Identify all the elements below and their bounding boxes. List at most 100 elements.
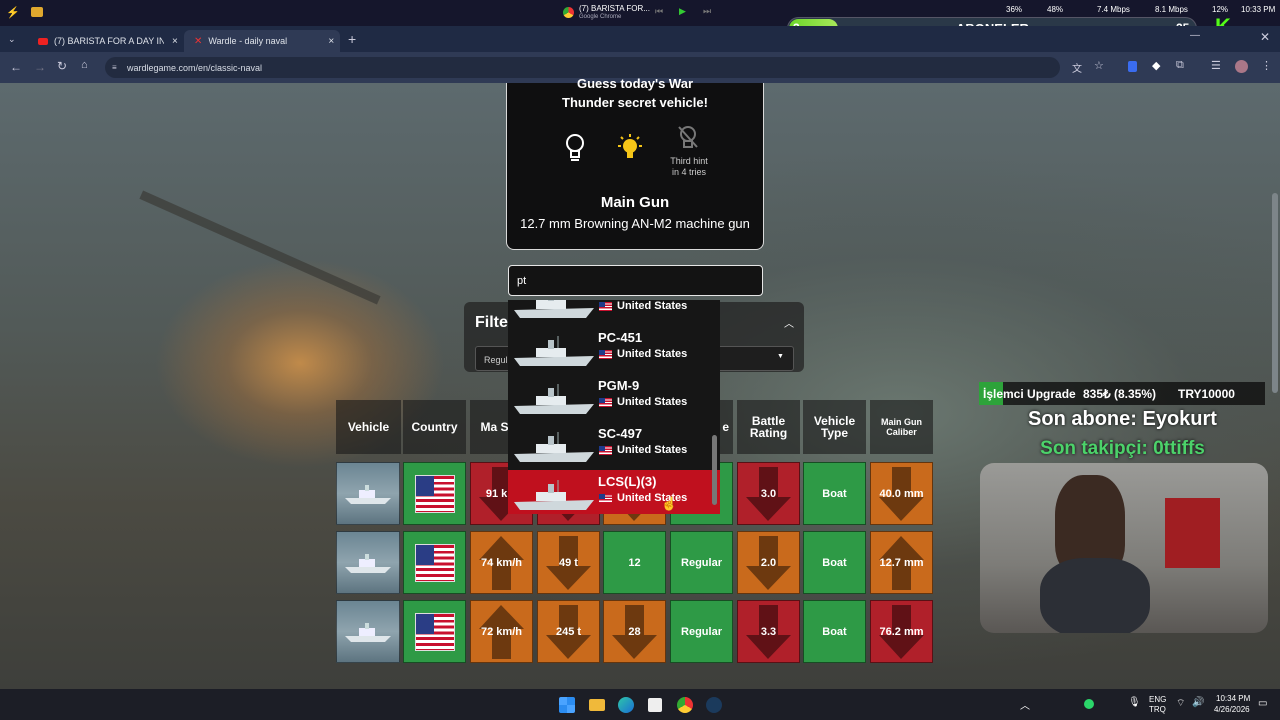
tab-wardle[interactable]: ✕ Wardle - daily naval × xyxy=(184,30,340,52)
send-stat: 8.1 Mbps xyxy=(1155,5,1188,14)
scrollbar[interactable] xyxy=(1272,193,1278,393)
lang-secondary[interactable]: TRQ xyxy=(1149,705,1166,714)
prev-track-icon[interactable]: ⏮ xyxy=(655,6,663,17)
attribute-cell-br: 3.3 xyxy=(737,600,800,663)
tab-list-chevron-icon[interactable]: ⌄ xyxy=(8,34,16,45)
dropdown-item[interactable]: United States xyxy=(508,300,720,326)
extensions-puzzle-icon[interactable]: ⧉ xyxy=(1176,59,1184,72)
folder-icon[interactable] xyxy=(31,7,43,17)
us-flag-icon xyxy=(599,302,612,311)
filter-collapse-icon[interactable]: ︿ xyxy=(784,315,794,330)
memory-stat: 48% xyxy=(1047,5,1064,14)
steam-icon[interactable] xyxy=(706,697,722,713)
profile-avatar[interactable] xyxy=(1235,60,1248,73)
cell-value: 28 xyxy=(628,625,641,638)
select-arrow-icon: ▼ xyxy=(777,353,784,360)
taskbar-time[interactable]: 10:34 PM xyxy=(1216,694,1250,703)
cell-value: 245 t xyxy=(555,625,582,638)
dropdown-item-name: SC-497 xyxy=(598,426,643,441)
taskbar-date[interactable]: 4/26/2026 xyxy=(1214,705,1250,714)
hint-bulb-outline-icon[interactable] xyxy=(565,133,585,163)
us-flag-icon xyxy=(599,494,612,503)
tray-green-icon[interactable] xyxy=(1084,699,1094,709)
home-icon[interactable]: ⌂ xyxy=(81,59,88,71)
start-icon[interactable] xyxy=(559,697,575,713)
attribute-cell-caliber: 40.0 mm xyxy=(870,462,933,525)
dropdown-item-country: United States xyxy=(617,396,688,408)
hint-title-line1: Guess today's War xyxy=(576,76,694,91)
ship-thumbnail xyxy=(514,432,594,464)
file-explorer-icon[interactable] xyxy=(589,699,605,711)
media-subtitle: Google Chrome xyxy=(579,14,622,20)
site-info-icon[interactable]: ≡ xyxy=(112,63,117,72)
back-icon[interactable]: ← xyxy=(10,60,22,74)
attribute-cell-type: Boat xyxy=(803,531,866,594)
close-window-icon[interactable]: ✕ xyxy=(1260,30,1270,44)
attribute-cell-weight: 49 t xyxy=(537,531,600,594)
store-icon[interactable] xyxy=(648,698,662,712)
dropdown-scrollbar-thumb[interactable] xyxy=(712,435,717,505)
cell-value: 72 km/h xyxy=(481,625,522,638)
dropdown-item[interactable]: PC-451 United States xyxy=(508,326,720,374)
cell-value: 3.0 xyxy=(760,487,777,500)
vehicle-thumbnail xyxy=(336,462,400,525)
mic-icon[interactable]: 🎙 xyxy=(1128,697,1141,708)
us-flag-icon xyxy=(414,543,455,582)
volume-icon[interactable]: 🔊 xyxy=(1192,697,1204,708)
reload-icon[interactable]: ↻ xyxy=(57,59,67,73)
dropdown-item-country: United States xyxy=(617,444,688,456)
dropdown-item[interactable]: PGM-9 United States xyxy=(508,374,720,422)
turkish-flag xyxy=(1165,498,1220,568)
extension-diamond-icon[interactable]: ◆ xyxy=(1152,59,1160,72)
forward-icon[interactable]: → xyxy=(34,60,46,74)
attribute-cell-br: 2.0 xyxy=(737,531,800,594)
edge-icon[interactable] xyxy=(618,697,634,713)
chrome-icon xyxy=(563,7,574,18)
vehicle-search-input[interactable]: pt xyxy=(508,265,763,296)
bookmark-star-icon[interactable]: ☆ xyxy=(1094,59,1104,72)
attribute-cell-speed: 72 km/h xyxy=(470,600,533,663)
tab-youtube[interactable]: (7) BARISTA FOR A DAY IN JAPA × xyxy=(28,30,183,52)
vehicle-dropdown[interactable]: United States PC-451 United States PGM-9 Uni… xyxy=(508,300,720,514)
dropdown-item[interactable]: LCS(L)(3) United States xyxy=(508,470,720,514)
vehicle-thumbnail xyxy=(336,531,400,594)
new-tab-icon[interactable]: + xyxy=(348,31,356,47)
hint-bulb-lit-icon[interactable] xyxy=(615,133,645,163)
app-icon[interactable]: ⚡ xyxy=(6,6,20,19)
attribute-cell-type: Boat xyxy=(803,600,866,663)
address-bar[interactable]: ≡ wardlegame.com/en/classic-naval xyxy=(105,57,1060,78)
attribute-cell-caliber: 12.7 mm xyxy=(870,531,933,594)
hint3-text-line2: in 4 tries xyxy=(671,167,706,177)
streamer-body xyxy=(1040,558,1150,633)
minimize-icon[interactable]: — xyxy=(1190,30,1200,41)
ticker-goal-name: İşlemci Upgrade xyxy=(983,387,1076,401)
cell-value: 76.2 mm xyxy=(879,625,924,638)
dropdown-item-name: PC-451 xyxy=(598,330,643,345)
translate-icon[interactable]: 文 xyxy=(1072,60,1082,75)
tab-close-icon[interactable]: × xyxy=(328,36,334,47)
tab-youtube-label: (7) BARISTA FOR A DAY IN JAPA xyxy=(54,36,164,46)
chrome-taskbar-icon[interactable] xyxy=(677,697,693,713)
cell-value: Boat xyxy=(822,625,847,638)
cell-value: Regular xyxy=(681,625,722,638)
tab-close-icon[interactable]: × xyxy=(172,36,178,47)
notification-icon[interactable]: ▭ xyxy=(1258,698,1267,709)
hint-title-line2: Thunder secret vehicle! xyxy=(562,95,708,110)
extension-shield-icon[interactable] xyxy=(1128,61,1137,72)
attribute-cell-crew: 28 xyxy=(603,600,666,663)
us-flag-icon xyxy=(414,474,455,513)
dropdown-item[interactable]: SC-497 United States xyxy=(508,422,720,470)
play-icon[interactable]: ▶ xyxy=(679,6,686,17)
menu-dots-icon[interactable]: ⋮ xyxy=(1261,59,1272,72)
tray-chevron-icon[interactable]: ︿ xyxy=(1020,697,1030,712)
dropdown-item-country: United States xyxy=(617,300,688,312)
vehicle-thumbnail xyxy=(336,600,400,663)
next-track-icon[interactable]: ⏭ xyxy=(703,6,711,17)
cell-value: Boat xyxy=(822,556,847,569)
reading-list-icon[interactable]: ☰ xyxy=(1211,59,1221,72)
hint-panel: Guess today's War Thunder secret vehicle… xyxy=(506,76,764,250)
lang-primary[interactable]: ENG xyxy=(1149,695,1166,704)
wifi-icon[interactable]: ⌔ xyxy=(1176,697,1185,710)
taskbar: ︿ 🎙 ENG TRQ ⌔ 🔊 10:34 PM 4/26/2026 ▭ xyxy=(0,689,1280,720)
main-gun-label: Main Gun xyxy=(600,194,670,211)
